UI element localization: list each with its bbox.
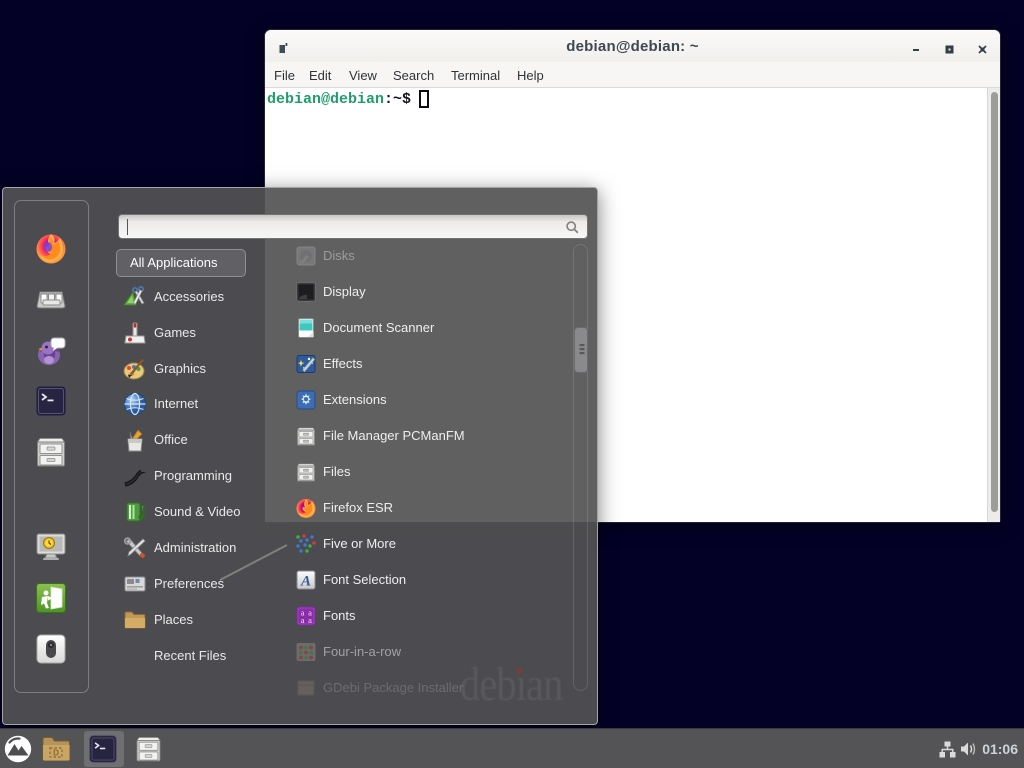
svg-text:a: a: [301, 615, 305, 625]
svg-text:A: A: [300, 574, 311, 590]
svg-text:a: a: [308, 615, 312, 625]
svg-text:D: D: [53, 749, 59, 758]
